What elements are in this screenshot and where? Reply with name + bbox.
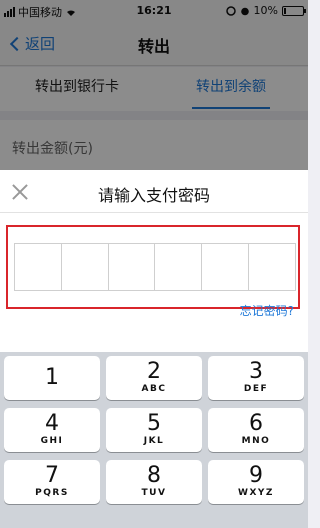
pin-digit-cell xyxy=(202,244,250,290)
key-digit: 4 xyxy=(45,411,59,436)
password-input[interactable] xyxy=(14,243,296,291)
key-6[interactable]: 6 MNO xyxy=(208,408,304,452)
pin-digit-cell xyxy=(109,244,156,290)
key-8[interactable]: 8 TUV xyxy=(106,460,202,504)
key-digit: 9 xyxy=(249,463,263,488)
pin-digit-cell xyxy=(249,244,295,290)
numeric-keypad: 1 2 ABC 3 DEF 4 GHI 5 JKL 6 MNO 7 PQRS 8 TUV 9W… xyxy=(0,352,308,528)
pin-digit-cell xyxy=(15,244,62,290)
key-9[interactable]: 9 WXYZ xyxy=(208,460,304,504)
forgot-password-link[interactable]: 忘记密码? xyxy=(240,302,294,319)
key-digit: 7 xyxy=(45,463,59,488)
key-letters: DEF xyxy=(243,384,269,394)
key-letters: WXYZ xyxy=(238,488,274,498)
key-letters: TUV xyxy=(141,488,167,498)
divider xyxy=(0,212,308,213)
key-letters: GHI xyxy=(40,436,64,446)
key-4[interactable]: 4 GHI xyxy=(4,408,100,452)
key-2[interactable]: 2 ABC xyxy=(106,356,202,400)
key-digit: 8 xyxy=(147,463,161,488)
key-letters: PQRS xyxy=(35,488,69,498)
key-digit: 2 xyxy=(147,359,161,384)
key-digit: 6 xyxy=(249,411,263,436)
key-letters: MNO xyxy=(241,436,271,446)
key-1[interactable]: 1 xyxy=(4,356,100,400)
dialog-title: 请输入支付密码 xyxy=(97,186,210,205)
key-5[interactable]: 5 JKL xyxy=(106,408,202,452)
pin-digit-cell xyxy=(155,244,203,290)
password-dialog: 请输入支付密码 忘记密码? xyxy=(0,170,308,352)
key-letters: JKL xyxy=(143,436,165,446)
key-3[interactable]: 3 DEF xyxy=(208,356,304,400)
pin-digit-cell xyxy=(62,244,109,290)
key-letters: ABC xyxy=(141,384,167,394)
key-7[interactable]: 7 PQRS xyxy=(4,460,100,504)
key-digit: 1 xyxy=(45,365,59,390)
key-digit: 5 xyxy=(147,411,161,436)
key-digit: 3 xyxy=(249,359,263,384)
